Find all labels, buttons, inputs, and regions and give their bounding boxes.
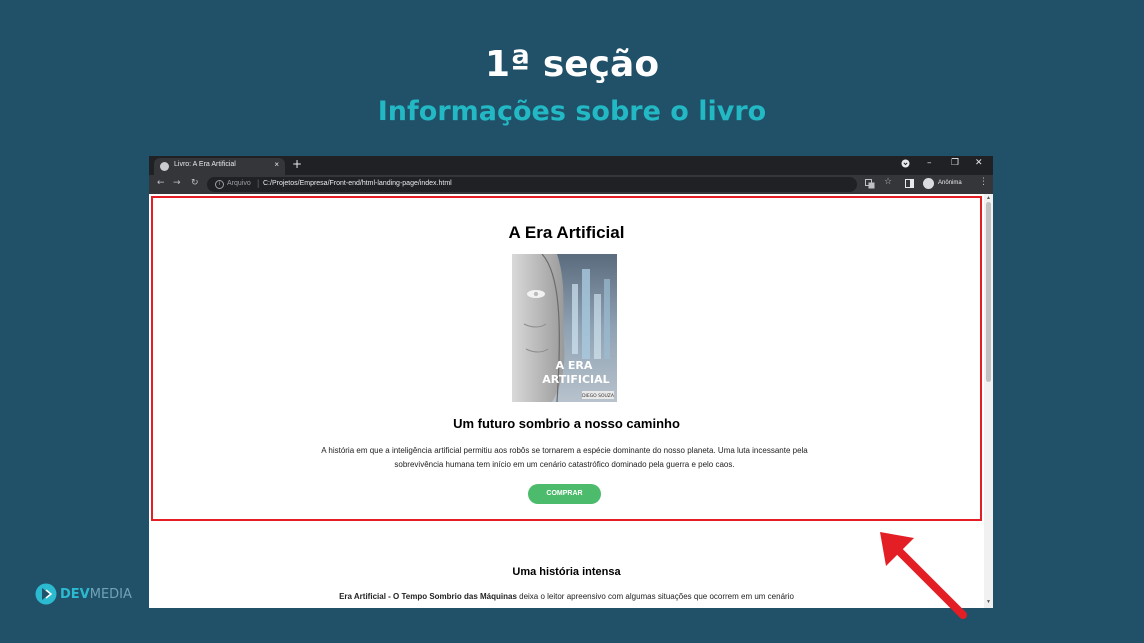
forward-arrow-icon[interactable]: →	[173, 178, 181, 188]
reload-icon[interactable]: ↻	[191, 178, 199, 188]
logo-dev: DEV	[60, 587, 90, 602]
menu-dots-icon[interactable]: ⋮	[979, 177, 988, 187]
book-description: A história em que a inteligência artific…	[321, 446, 808, 469]
tab-search-icon[interactable]	[901, 159, 910, 171]
section2-text: Era Artificial - O Tempo Sombrio das Máq…	[149, 592, 984, 601]
slide-title: 1ª seção	[484, 44, 660, 85]
scroll-thumb[interactable]	[986, 202, 991, 382]
address-url: C:/Projetos/Empresa/Front-end/html-landi…	[263, 180, 452, 187]
browser-toolbar: ← → ↻ i Arquivo | C:/Projetos/Empresa/Fr…	[149, 175, 993, 194]
browser-window: Livro: A Era Artificial × + – ❐ ✕ ← → ↻ …	[149, 156, 993, 608]
restore-button[interactable]: ❐	[951, 158, 959, 168]
address-protocol: Arquivo	[227, 180, 251, 187]
new-tab-button[interactable]: +	[292, 157, 302, 171]
section2-text-rest: deixa o leitor apreensivo com algumas si…	[516, 592, 794, 601]
cover-author: DIEGO SOUZA	[582, 393, 615, 399]
info-icon[interactable]: i	[215, 180, 224, 189]
back-arrow-icon[interactable]: ←	[157, 178, 165, 188]
tab-title: Livro: A Era Artificial	[174, 161, 236, 168]
logo-media: MEDIA	[89, 587, 132, 602]
cover-title-line2: ARTIFICIAL	[542, 373, 609, 386]
globe-icon	[160, 162, 169, 171]
book-tagline: Um futuro sombrio a nosso caminho	[453, 416, 680, 431]
address-bar[interactable]: i Arquivo | C:/Projetos/Empresa/Front-en…	[207, 177, 857, 192]
tab-bar: Livro: A Era Artificial × + – ❐ ✕	[149, 156, 993, 175]
cover-title-line1: A ERA	[556, 359, 593, 372]
profile-name: Anônima	[938, 180, 962, 186]
side-panel-icon[interactable]	[905, 179, 914, 191]
book-cover-image: A ERA ARTIFICIAL DIEGO SOUZA	[512, 254, 617, 402]
buy-button[interactable]: COMPRAR	[528, 484, 601, 504]
scrollbar[interactable]: ▲ ▼	[984, 194, 993, 608]
page-viewport[interactable]: A Era Artificial A ERA ARTIFICIAL DIEGO …	[149, 194, 984, 608]
book-title: A Era Artificial	[508, 223, 625, 242]
devmedia-logo-icon	[35, 583, 57, 605]
minimize-button[interactable]: –	[927, 158, 932, 168]
close-window-button[interactable]: ✕	[975, 158, 983, 168]
close-tab-icon[interactable]: ×	[274, 160, 279, 169]
logo-text: DEVMEDIA	[60, 587, 132, 602]
browser-tab[interactable]: Livro: A Era Artificial ×	[154, 158, 285, 175]
red-arrow-icon	[880, 532, 967, 619]
section2-title: Uma história intensa	[512, 566, 621, 578]
translate-icon[interactable]	[865, 179, 875, 192]
scroll-down-arrow-icon[interactable]: ▼	[986, 599, 991, 605]
bookmark-star-icon[interactable]: ☆	[884, 177, 892, 187]
scroll-up-arrow-icon[interactable]: ▲	[986, 195, 991, 201]
section2-text-bold: Era Artificial - O Tempo Sombrio das Máq…	[339, 592, 517, 601]
avatar[interactable]	[923, 178, 934, 189]
address-separator: |	[257, 178, 260, 188]
slide-subtitle: Informações sobre o livro	[377, 96, 767, 127]
